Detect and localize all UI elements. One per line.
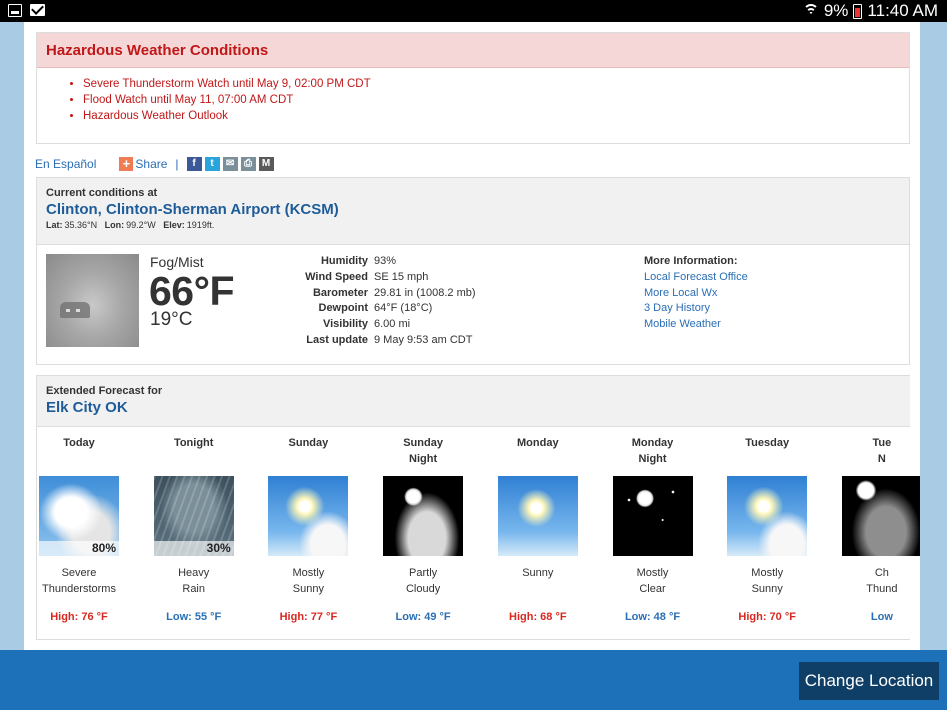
sunny-icon <box>497 476 578 556</box>
extended-forecast-header: Extended Forecast for Elk City OK <box>37 376 910 427</box>
mostly-clear-night-icon <box>612 476 693 556</box>
gmail-icon[interactable]: M <box>258 157 274 171</box>
battery-percent: 9% <box>823 1 849 20</box>
local-forecast-office-link[interactable]: Local Forecast Office <box>644 270 748 286</box>
email-icon[interactable]: ✉ <box>222 157 238 171</box>
forecast-period[interactable]: Monday Night Mostly Clear Low: 48 °F <box>596 436 710 623</box>
separator: | <box>175 157 179 171</box>
forecast-period[interactable]: Tuesday Mostly Sunny High: 70 °F <box>710 436 824 623</box>
detail-row: Wind Speed SE 15 mph <box>305 270 429 283</box>
battery-icon <box>853 3 863 19</box>
hazard-list: Severe Thunderstorm Watch until May 9, 0… <box>83 77 909 124</box>
detail-row: Dewpoint 64°F (18°C) <box>318 302 433 315</box>
forecast-location: Elk City OK <box>46 399 128 416</box>
facebook-icon[interactable]: f <box>186 157 202 171</box>
more-information-heading: More Information: <box>644 255 738 267</box>
short-forecast: Mostly Clear <box>636 567 669 595</box>
change-location-button[interactable]: Change Location <box>799 662 939 700</box>
mostly-sunny-icon <box>268 476 349 556</box>
current-conditions-panel: Current conditions at Clinton, Clinton-S… <box>36 177 910 365</box>
forecast-period[interactable]: Sunday Mostly Sunny High: 77 °F <box>251 436 365 623</box>
short-forecast: Mostly Sunny <box>292 567 325 595</box>
mail-icon <box>30 4 45 16</box>
clock: 11:40 AM <box>867 1 938 20</box>
hazard-item[interactable]: Hazardous Weather Outlook <box>83 109 909 125</box>
hazard-item[interactable]: Flood Watch until May 11, 07:00 AM CDT <box>83 93 909 109</box>
thunderstorm-icon: 80% <box>39 476 119 556</box>
forecast-period[interactable]: Monday Sunny High: 68 °F <box>481 436 595 623</box>
hazard-panel: Hazardous Weather Conditions Severe Thun… <box>36 32 910 144</box>
period-temperature: Low <box>870 611 893 623</box>
period-temperature: High: 70 °F <box>738 611 796 623</box>
short-forecast: Ch Thund <box>866 567 898 595</box>
share-plus-icon[interactable]: + <box>119 157 134 171</box>
period-name: Sunday Night <box>403 437 443 465</box>
period-name: Monday Night <box>631 437 674 465</box>
espanol-link[interactable]: En Español <box>35 157 96 171</box>
short-forecast: Sunny <box>522 567 554 579</box>
short-forecast: Mostly Sunny <box>751 567 784 595</box>
extended-forecast-heading: Extended Forecast for <box>46 385 163 397</box>
gallery-icon <box>8 4 22 17</box>
forecast-period[interactable]: Sunday Night Partly Cloudy Low: 49 °F <box>366 436 480 623</box>
period-temperature: High: 68 °F <box>509 611 567 623</box>
period-name: Tuesday <box>745 437 790 449</box>
status-bar: 9% 11:40 AM <box>0 0 947 22</box>
thunderstorm-night-icon <box>841 476 920 556</box>
extended-forecast-panel: Extended Forecast for Elk City OK Today 8… <box>36 375 920 640</box>
partly-cloudy-night-icon <box>383 476 464 556</box>
station-coordinates: Lat: 35.36°N Lon: 99.2°W Elev: 1919ft. <box>46 220 215 230</box>
precip-chance: 80% <box>39 541 119 556</box>
mobile-weather-link[interactable]: Mobile Weather <box>644 317 748 333</box>
detail-row: Last update 9 May 9:53 am CDT <box>306 333 473 346</box>
heavy-rain-icon: 30% <box>153 476 234 556</box>
period-name: Tonight <box>173 437 214 449</box>
station-name: Clinton, Clinton-Sherman Airport (KCSM) <box>46 201 339 218</box>
share-link[interactable]: Share <box>135 157 167 171</box>
mostly-sunny-icon <box>727 476 808 556</box>
period-name: Sunday <box>288 437 329 449</box>
period-name: Today <box>63 437 95 449</box>
more-information: More Information: Local Forecast Office … <box>644 254 748 333</box>
three-day-history-link[interactable]: 3 Day History <box>644 301 748 317</box>
detail-row: Visibility 6.00 mi <box>322 318 411 331</box>
period-name: Monday <box>517 437 559 449</box>
more-local-wx-link[interactable]: More Local Wx <box>644 286 748 302</box>
period-temperature: Low: 55 °F <box>166 611 222 623</box>
precip-chance: 30% <box>153 541 234 556</box>
detail-row: Barometer 29.81 in (1008.2 mb) <box>312 286 476 299</box>
current-conditions-heading: Current conditions at <box>46 187 158 199</box>
share-row: En Español + Share | f t ✉ ⎙ M <box>35 156 277 172</box>
period-temperature: Low: 49 °F <box>395 611 451 623</box>
period-name: Tue N <box>872 437 892 465</box>
period-temperature: High: 77 °F <box>279 611 338 623</box>
short-forecast: Heavy Rain <box>178 567 210 595</box>
forecast-period[interactable]: Tonight 30% Heavy Rain Low: 55 °F <box>137 436 251 623</box>
short-forecast: Severe Thunderstorms <box>42 567 116 595</box>
print-icon[interactable]: ⎙ <box>240 157 256 171</box>
fog-condition-image <box>46 254 139 347</box>
page-content[interactable]: Hazardous Weather Conditions Severe Thun… <box>24 22 920 650</box>
current-conditions-header: Current conditions at Clinton, Clinton-S… <box>37 178 909 245</box>
temperature-f: 66°F <box>149 268 235 314</box>
period-temperature: Low: 48 °F <box>624 611 681 623</box>
detail-row: Humidity 93% <box>320 255 397 267</box>
forecast-period[interactable]: Tue N Ch Thund Low <box>825 436 920 623</box>
period-temperature: High: 76 °F <box>50 611 108 623</box>
twitter-icon[interactable]: t <box>204 157 220 171</box>
conditions-details: Humidity 93% Wind Speed SE 15 mph Baromete… <box>299 254 476 349</box>
hazard-item[interactable]: Severe Thunderstorm Watch until May 9, 0… <box>83 77 909 93</box>
forecast-period[interactable]: Today 80% Severe Thunderstorms High: 76 °F <box>24 436 136 623</box>
temperature-c: 19°C <box>150 309 193 330</box>
hazard-title: Hazardous Weather Conditions <box>37 33 909 68</box>
wifi-icon <box>802 4 819 18</box>
short-forecast: Partly Cloudy <box>405 567 441 595</box>
